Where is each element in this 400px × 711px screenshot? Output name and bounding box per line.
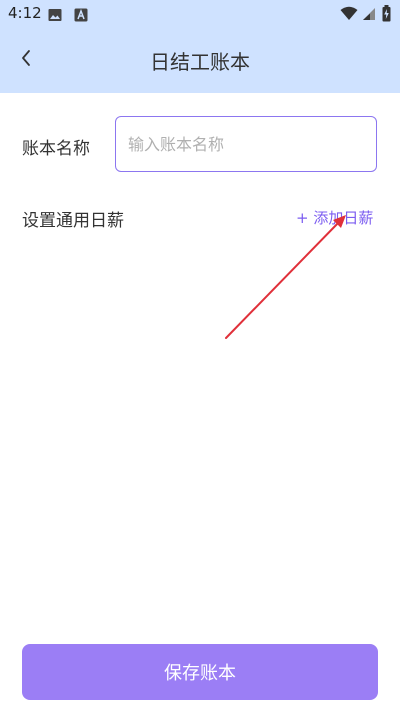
signal-icon <box>362 6 376 25</box>
screen: 4:12 日结工账本 账本名称 输入账本名称 设置通用日薪 + 添加日薪 保存账… <box>0 0 400 711</box>
wifi-icon <box>340 6 358 25</box>
header-area: 4:12 日结工账本 <box>0 0 400 93</box>
app-bar: 日结工账本 <box>0 28 400 93</box>
status-time: 4:12 <box>8 4 42 22</box>
image-icon <box>48 7 62 26</box>
account-name-input[interactable] <box>115 116 377 172</box>
account-name-label: 账本名称 <box>22 139 90 159</box>
status-bar: 4:12 <box>0 0 400 28</box>
daily-wage-label: 设置通用日薪 <box>22 211 124 231</box>
page-title: 日结工账本 <box>150 50 250 74</box>
annotation-arrow-icon <box>225 215 346 339</box>
add-daily-wage-button[interactable]: + 添加日薪 <box>296 207 373 228</box>
battery-charging-icon <box>382 5 391 26</box>
a-badge-icon <box>74 7 88 26</box>
save-account-button[interactable]: 保存账本 <box>22 644 378 700</box>
